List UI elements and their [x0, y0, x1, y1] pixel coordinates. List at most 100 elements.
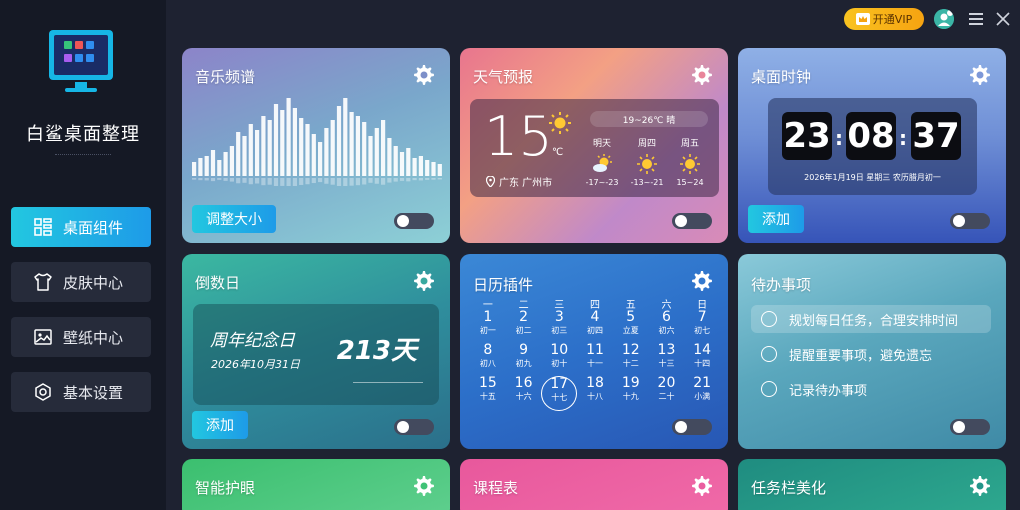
spectrum-bar: [217, 160, 222, 176]
calendar-day[interactable]: 13 十三: [649, 343, 685, 376]
card-class-schedule[interactable]: 课程表: [460, 459, 728, 510]
calendar-day[interactable]: 14 十四: [684, 343, 720, 376]
nav-desktop-widgets[interactable]: 桌面组件: [11, 207, 151, 247]
calendar-lunar-label: 初四: [587, 326, 604, 335]
spectrum-bar-reflection: [374, 178, 379, 184]
calendar-day[interactable]: 21 小满: [684, 376, 720, 411]
nav-skin-center[interactable]: 皮肤中心: [11, 262, 151, 302]
calendar-day[interactable]: 8 初八: [470, 343, 506, 376]
gear-icon[interactable]: [690, 269, 714, 293]
todo-item[interactable]: 提醒重要事项，避免遗忘: [751, 340, 991, 368]
spectrum-bar: [267, 120, 272, 176]
menu-icon[interactable]: [968, 11, 984, 27]
gear-icon[interactable]: [690, 474, 714, 498]
calendar-day[interactable]: 1 初一: [470, 310, 506, 343]
calendar-day[interactable]: 17 十七: [541, 376, 578, 411]
spectrum-bar: [198, 158, 203, 176]
calendar-day[interactable]: 5 立夏: [613, 310, 649, 343]
spectrum-bar-reflection: [399, 178, 405, 181]
calendar-lunar-label: 十一: [587, 359, 604, 368]
spectrum-bar: [280, 110, 285, 176]
card-taskbar-beautify[interactable]: 任务栏美化: [738, 459, 1006, 510]
location-pin-icon: [486, 176, 495, 187]
gear-icon[interactable]: [412, 474, 436, 498]
hexagon-settings-icon: [35, 383, 51, 401]
spectrum-bar-reflection: [261, 178, 266, 186]
calendar-day[interactable]: 16 十六: [506, 376, 542, 411]
todo-item[interactable]: 记录待办事项: [751, 375, 991, 403]
spectrum-bar: [229, 146, 234, 176]
spectrum-bar: [418, 156, 423, 176]
card-todo[interactable]: 待办事项 规划每日任务，合理安排时间 提醒重要事项，避免遗忘 记录待办事项: [738, 254, 1006, 449]
todo-checkbox[interactable]: [761, 311, 777, 327]
calendar-lunar-label: 二十: [658, 392, 675, 401]
card-calendar[interactable]: 日历插件 一 二 三 四 五 六 日 1 初一 2 初二 3 初三 4 初四 5 立夏 6 初六 7 初七…: [460, 254, 728, 449]
calendar-day[interactable]: 19 十九: [613, 376, 649, 411]
calendar-day-number: 11: [586, 342, 604, 358]
calendar-day-number: 10: [550, 342, 569, 358]
calendar-day[interactable]: 15 十五: [470, 376, 506, 411]
nav-basic-settings[interactable]: 基本设置: [11, 372, 151, 412]
spectrum-bar-reflection: [192, 178, 197, 180]
calendar-lunar-label: 初一: [479, 326, 496, 335]
calendar-day[interactable]: 10 初十: [541, 343, 577, 376]
spectrum-bar-reflection: [229, 178, 234, 182]
avatar-icon[interactable]: [934, 9, 954, 29]
gear-icon[interactable]: [968, 63, 992, 87]
spectrum-bar-reflection: [280, 178, 285, 186]
spectrum-bar-reflection: [393, 178, 398, 182]
calendar-day[interactable]: 7 初七: [684, 310, 720, 343]
spectrum-bar-reflection: [368, 178, 373, 183]
todo-item[interactable]: 规划每日任务，合理安排时间: [751, 305, 991, 333]
calendar-day[interactable]: 12 十二: [613, 343, 649, 376]
today-range: 19~26℃ 晴: [590, 111, 708, 127]
spectrum-bar-reflection: [406, 178, 411, 182]
calendar-day[interactable]: 18 十八: [577, 376, 613, 411]
toggle-switch[interactable]: [950, 213, 990, 229]
spectrum-bar-reflection: [311, 178, 316, 184]
calendar-day[interactable]: 6 初六: [649, 310, 685, 343]
spectrum-bar-reflection: [418, 178, 423, 181]
calendar-day[interactable]: 20 二十: [649, 376, 685, 411]
calendar-day[interactable]: 4 初四: [577, 310, 613, 343]
clock-seconds: 37: [911, 112, 961, 160]
card-eye-care[interactable]: 智能护眼: [182, 459, 450, 510]
vip-button[interactable]: 开通VIP: [844, 8, 924, 30]
spectrum-bar-reflection: [318, 178, 323, 183]
gear-icon[interactable]: [968, 474, 992, 498]
spectrum-bar-reflection: [330, 178, 335, 185]
calendar-day[interactable]: 11 十一: [577, 343, 613, 376]
toggle-switch[interactable]: [672, 419, 712, 435]
toggle-switch[interactable]: [394, 419, 434, 435]
add-button[interactable]: 添加: [748, 205, 804, 233]
calendar-day[interactable]: 9 初九: [506, 343, 542, 376]
calendar-day[interactable]: 3 初三: [541, 310, 577, 343]
crown-icon: [855, 13, 870, 25]
card-desktop-clock[interactable]: 桌面时钟 23 : 08 : 37 2026年1月19日 星期三 农历腊月初一 …: [738, 48, 1006, 243]
toggle-switch[interactable]: [394, 213, 434, 229]
gear-icon[interactable]: [690, 63, 714, 87]
gear-icon[interactable]: [412, 63, 436, 87]
add-button[interactable]: 添加: [192, 411, 248, 439]
card-weather[interactable]: 天气预报 15 ℃ 广东 广州市 19~26℃ 晴 明天 -17~-23 周四 …: [460, 48, 728, 243]
calendar-lunar-label: 立夏: [622, 326, 639, 335]
todo-text: 规划每日任务，合理安排时间: [789, 313, 959, 329]
todo-checkbox[interactable]: [761, 381, 777, 397]
card-music-spectrum[interactable]: 音乐频谱 调整大小: [182, 48, 450, 243]
weekday-label: 日: [697, 300, 708, 311]
nav-wallpaper-center[interactable]: 壁纸中心: [11, 317, 151, 357]
resize-button[interactable]: 调整大小: [192, 205, 276, 233]
close-icon[interactable]: [995, 11, 1011, 27]
calendar-day[interactable]: 2 初二: [506, 310, 542, 343]
toggle-switch[interactable]: [950, 419, 990, 435]
app-title-divider: [55, 154, 111, 157]
spectrum-bar: [311, 134, 316, 176]
gear-icon[interactable]: [412, 269, 436, 293]
toggle-switch[interactable]: [672, 213, 712, 229]
todo-checkbox[interactable]: [761, 346, 777, 362]
card-countdown[interactable]: 倒数日 周年纪念日 2026年10月31日 213天 添加: [182, 254, 450, 449]
calendar-day-number: 7: [697, 309, 707, 325]
spectrum-bar-reflection: [412, 178, 417, 181]
weekday-header: 一 二 三 四 五 六 日: [470, 296, 720, 311]
spectrum-bar-reflection: [349, 178, 354, 186]
